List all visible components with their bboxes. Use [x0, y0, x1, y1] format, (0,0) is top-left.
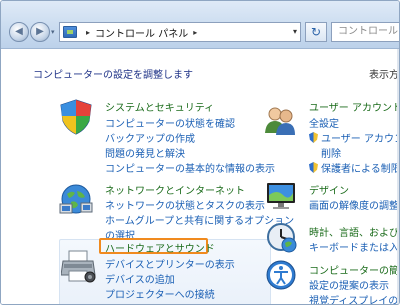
page-title: コンピューターの設定を調整します: [33, 70, 193, 81]
recent-pages-dropdown-icon[interactable]: ▾: [51, 28, 55, 36]
category-hardware-sound[interactable]: ハードウェアとサウンド: [105, 240, 215, 255]
forward-button[interactable]: ▶: [30, 22, 50, 42]
refresh-icon: ↻: [310, 25, 322, 39]
task-keyboard-input[interactable]: キーボードまたは入力: [309, 239, 399, 254]
task-remove[interactable]: 削除: [321, 145, 341, 160]
category-clock-language[interactable]: 時計、言語、および地域: [309, 224, 399, 239]
window: ◀ ▶ ▾ ▸ コントロール パネル ▸ ▾ ↻ コントロール コンピューターの…: [0, 0, 400, 305]
task-create-backup[interactable]: バックアップの作成: [105, 130, 195, 145]
task-devices-printers[interactable]: デバイスとプリンターの表示: [105, 256, 235, 271]
task-troubleshoot[interactable]: 問題の発見と解決: [105, 145, 185, 160]
task-screen-resolution[interactable]: 画面の解像度の調整: [309, 197, 399, 212]
task-add-device[interactable]: デバイスの追加: [105, 271, 175, 286]
breadcrumb-control-panel[interactable]: コントロール パネル: [95, 25, 188, 40]
category-network-internet[interactable]: ネットワークとインターネット: [105, 182, 245, 197]
task-user-account[interactable]: ユーザー アカウント: [309, 130, 399, 145]
task-parental-controls[interactable]: 保護者による制限: [309, 160, 399, 175]
shield-icon: [60, 99, 92, 135]
clock-icon: [267, 223, 297, 253]
category-system-security[interactable]: システムとセキュリティ: [105, 99, 214, 114]
task-user-settings[interactable]: 全設定: [309, 115, 339, 130]
breadcrumb-separator-icon[interactable]: ▸: [86, 28, 90, 37]
task-connect-projector[interactable]: プロジェクターへの接続: [105, 286, 215, 301]
task-optimize-display[interactable]: 視覚ディスプレイの最: [309, 292, 399, 304]
content-edge: [397, 49, 399, 304]
control-panel-icon: [63, 26, 77, 38]
printer-icon: [61, 250, 96, 283]
uac-shield-icon: [309, 132, 318, 143]
task-suggested-settings[interactable]: 設定の提案の表示: [309, 277, 389, 292]
category-ease-of-access[interactable]: コンピューターの簡単操: [309, 262, 399, 277]
back-arrow-icon: ◀: [15, 26, 23, 37]
category-user-accounts[interactable]: ユーザー アカウントと: [309, 99, 399, 114]
network-globe-icon: [59, 184, 93, 214]
control-panel-content: コンピューターの設定を調整します 表示方法 システムとセキュリティ コンピュータ…: [1, 49, 399, 304]
users-icon: [265, 107, 295, 135]
back-button[interactable]: ◀: [9, 22, 29, 42]
ease-of-access-icon: [266, 260, 296, 290]
address-dropdown-icon[interactable]: ▾: [293, 27, 297, 36]
task-basic-info[interactable]: コンピューターの基本的な情報の表示: [105, 160, 275, 175]
address-toolbar: ◀ ▶ ▾ ▸ コントロール パネル ▸ ▾ ↻ コントロール: [1, 1, 399, 49]
task-check-status[interactable]: コンピューターの状態を確認: [105, 115, 235, 130]
monitor-icon: [267, 183, 295, 209]
address-bar[interactable]: ▸ コントロール パネル ▸ ▾: [59, 22, 301, 42]
task-network-status[interactable]: ネットワークの状態とタスクの表示: [105, 197, 265, 212]
breadcrumb-separator-icon[interactable]: ▸: [193, 28, 197, 37]
refresh-button[interactable]: ↻: [305, 22, 327, 42]
uac-shield-icon: [309, 162, 318, 173]
forward-arrow-icon: ▶: [36, 26, 44, 37]
category-appearance[interactable]: デザイン: [309, 182, 349, 197]
search-input[interactable]: コントロール: [331, 22, 399, 42]
view-by-label: 表示方法: [369, 70, 399, 81]
